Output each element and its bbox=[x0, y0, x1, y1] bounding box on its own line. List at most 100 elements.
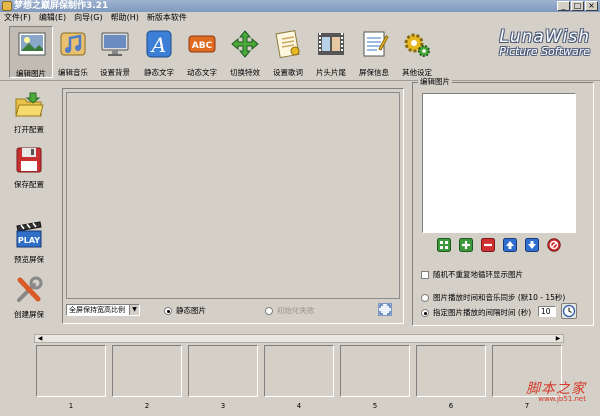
thumbnail-slot[interactable] bbox=[36, 345, 106, 397]
image-preview-canvas[interactable] bbox=[66, 92, 400, 299]
tool-edit-music[interactable]: 编辑音乐 bbox=[51, 26, 95, 78]
radio-static-dot[interactable] bbox=[164, 306, 172, 315]
thumbnail-number: 3 bbox=[220, 402, 226, 410]
clear-images-button[interactable] bbox=[547, 238, 561, 252]
thumbnail-slot[interactable] bbox=[416, 345, 486, 397]
radio-motion-dot bbox=[265, 306, 273, 315]
tool-set-background[interactable]: 设置背景 bbox=[93, 26, 137, 78]
fullscreen-button[interactable] bbox=[378, 303, 392, 316]
preview-screensaver-button[interactable]: PLAY 预览屏保 bbox=[6, 220, 52, 268]
gears-icon bbox=[402, 29, 432, 59]
radio-motion: 初始化失败 bbox=[265, 305, 315, 316]
timer-button[interactable] bbox=[561, 303, 577, 319]
svg-text:A: A bbox=[150, 33, 166, 57]
tool-label: 切换特效 bbox=[230, 68, 260, 77]
chevron-down-icon[interactable]: ▼ bbox=[129, 305, 139, 315]
abc-text-icon: ABC bbox=[187, 29, 217, 59]
minimize-button[interactable]: _ bbox=[557, 1, 570, 11]
open-config-button[interactable]: 打开配置 bbox=[6, 90, 52, 138]
menu-edit[interactable]: 编辑(E) bbox=[35, 12, 70, 23]
brand-logo: LunaWish Picture Software bbox=[499, 28, 590, 58]
radio-interval-dot[interactable] bbox=[421, 308, 429, 317]
thumbnail-strip bbox=[34, 345, 564, 399]
close-button[interactable]: × bbox=[585, 1, 598, 11]
thumbnail-slot[interactable] bbox=[112, 345, 182, 397]
menu-help[interactable]: 帮助(H) bbox=[107, 12, 143, 23]
tool-dynamic-text[interactable]: ABC 动态文字 bbox=[180, 26, 224, 78]
open-folder-icon bbox=[14, 90, 44, 120]
radio-sync-dot[interactable] bbox=[421, 293, 429, 302]
radio-sync-label: 图片播放时间和音乐同步 (默10 - 15秒) bbox=[433, 293, 566, 302]
tool-edit-images[interactable]: 编辑图片 bbox=[9, 26, 53, 78]
radio-fixed-interval[interactable]: 指定图片播放的间隔时间 (秒) bbox=[421, 307, 531, 318]
move-down-icon bbox=[525, 238, 539, 252]
window-controls: _ □ × bbox=[557, 1, 598, 11]
radio-motion-label: 初始化失败 bbox=[277, 306, 315, 315]
svg-text:PLAY: PLAY bbox=[18, 236, 40, 245]
side-label: 创建屏保 bbox=[14, 310, 44, 319]
watermark-url: www.jb51.net bbox=[538, 395, 586, 403]
scroll-left-arrow[interactable]: ◀ bbox=[35, 334, 45, 343]
title-bar: 梦想之巅屏保制作3.21 _ □ × bbox=[0, 0, 600, 12]
brand-name: LunaWish bbox=[499, 27, 590, 47]
music-note-icon bbox=[58, 29, 88, 59]
thumbnail-scrollbar[interactable]: ◀ ▶ bbox=[34, 334, 564, 343]
grid-view-button[interactable] bbox=[437, 238, 451, 252]
letter-a-icon: A bbox=[144, 29, 174, 59]
add-icon bbox=[459, 238, 473, 252]
tool-label: 静态文字 bbox=[144, 68, 174, 77]
tool-label: 其他设定 bbox=[402, 68, 432, 77]
arrows-transition-icon bbox=[230, 29, 260, 59]
thumbnail-number: 6 bbox=[448, 402, 454, 410]
play-clapper-icon: PLAY bbox=[14, 220, 44, 250]
radio-static-image[interactable]: 静态图片 bbox=[164, 305, 206, 316]
menu-wizard[interactable]: 向导(G) bbox=[70, 12, 106, 23]
tool-label: 动态文字 bbox=[187, 68, 217, 77]
tool-screensaver-info[interactable]: 屏保信息 bbox=[352, 26, 396, 78]
maximize-button[interactable]: □ bbox=[571, 1, 584, 11]
thumbnail-slot[interactable] bbox=[340, 345, 410, 397]
tool-other-settings[interactable]: 其他设定 bbox=[395, 26, 439, 78]
remove-icon bbox=[481, 238, 495, 252]
notepad-icon bbox=[359, 29, 389, 59]
radio-static-label: 静态图片 bbox=[176, 306, 206, 315]
filmstrip-icon bbox=[316, 29, 346, 59]
menu-bar: 文件(F) 编辑(E) 向导(G) 帮助(H) 新版本软件 bbox=[0, 12, 600, 23]
display-mode-select[interactable]: 全屏保持宽高比例 ▼ bbox=[66, 304, 140, 316]
move-down-button[interactable] bbox=[525, 238, 539, 252]
save-config-button[interactable]: 保存配置 bbox=[6, 145, 52, 193]
thumbnail-number: 7 bbox=[524, 402, 530, 410]
remove-image-button[interactable] bbox=[481, 238, 495, 252]
tool-intro-outro[interactable]: 片头片尾 bbox=[309, 26, 353, 78]
monitor-icon bbox=[100, 29, 130, 59]
interval-input[interactable]: 10 bbox=[538, 306, 556, 317]
image-list[interactable] bbox=[422, 93, 576, 233]
menu-new-version[interactable]: 新版本软件 bbox=[143, 12, 191, 23]
brand-tagline: Picture Software bbox=[499, 45, 590, 58]
radio-sync-music[interactable]: 图片播放时间和音乐同步 (默10 - 15秒) bbox=[421, 292, 565, 303]
add-image-button[interactable] bbox=[459, 238, 473, 252]
thumbnail-number: 1 bbox=[68, 402, 74, 410]
move-up-icon bbox=[503, 238, 517, 252]
move-up-button[interactable] bbox=[503, 238, 517, 252]
image-edit-icon bbox=[17, 30, 47, 60]
random-loop-box[interactable] bbox=[421, 270, 429, 279]
create-screensaver-button[interactable]: 创建屏保 bbox=[6, 275, 52, 323]
window-title: 梦想之巅屏保制作3.21 bbox=[14, 1, 109, 11]
tool-label: 屏保信息 bbox=[359, 68, 389, 77]
side-label: 打开配置 bbox=[14, 125, 44, 134]
thumbnail-slot[interactable] bbox=[188, 345, 258, 397]
scroll-right-arrow[interactable]: ▶ bbox=[553, 334, 563, 343]
thumbnail-number: 2 bbox=[144, 402, 150, 410]
thumbnail-slot[interactable] bbox=[264, 345, 334, 397]
tool-label: 片头片尾 bbox=[316, 68, 346, 77]
thumbnail-number: 4 bbox=[296, 402, 302, 410]
radio-interval-label: 指定图片播放的间隔时间 (秒) bbox=[433, 308, 532, 317]
menu-file[interactable]: 文件(F) bbox=[0, 12, 35, 23]
tool-set-lyrics[interactable]: 设置歌词 bbox=[266, 26, 310, 78]
thumbnail-number: 5 bbox=[372, 402, 378, 410]
tool-static-text[interactable]: A 静态文字 bbox=[137, 26, 181, 78]
lyrics-doc-icon bbox=[273, 29, 303, 59]
random-loop-checkbox[interactable]: 随机不重复地循环显示图片 bbox=[421, 269, 523, 280]
tool-transition-effects[interactable]: 切换特效 bbox=[223, 26, 267, 78]
